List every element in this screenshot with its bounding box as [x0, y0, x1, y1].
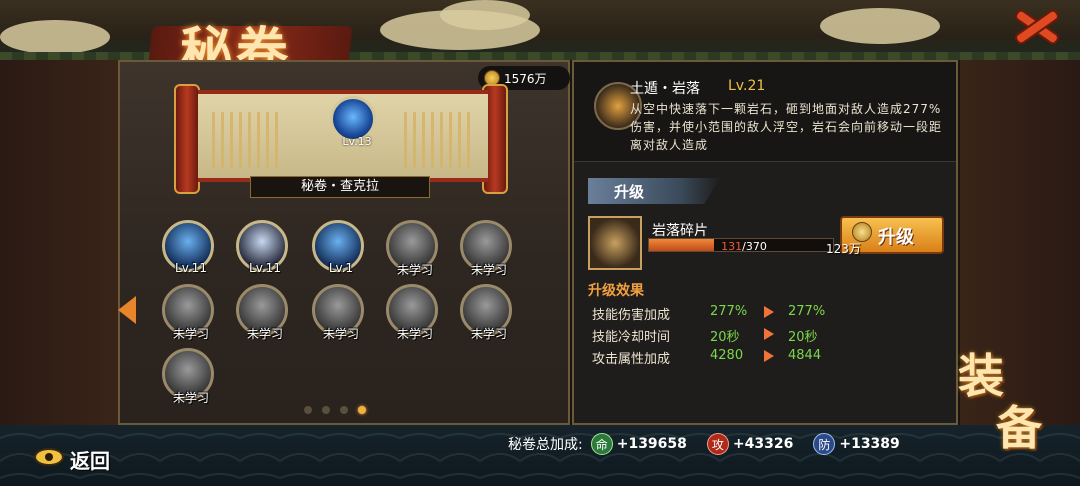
upgrade-section-title: 升级: [614, 183, 645, 201]
effect-label: 技能冷却时间: [592, 330, 671, 345]
material-current: 131: [721, 240, 743, 253]
page-dot[interactable]: [322, 406, 330, 414]
scroll-rod-left: [174, 84, 200, 194]
effect-row: 技能冷却时间 20秒 20秒: [592, 326, 892, 348]
defense-badge-icon: 防: [813, 433, 836, 455]
skill-caption: 未学习: [470, 327, 507, 341]
page-dot-active[interactable]: [358, 406, 366, 414]
back-button[interactable]: 返回: [34, 440, 134, 474]
material-required: /370: [742, 240, 767, 253]
effect-current: 4280: [710, 348, 744, 363]
equip-button[interactable]: 装 备: [958, 340, 1068, 460]
cloud-decoration: [820, 8, 940, 44]
effect-row: 技能伤害加成 277% 277%: [592, 304, 892, 326]
material-count: 131/370: [694, 240, 794, 253]
total-bonus: 秘卷总加成: 命 +139658 攻 +43326 防 +13389: [508, 432, 920, 456]
effect-current: 277%: [710, 304, 748, 319]
effect-next: 4844: [788, 348, 822, 363]
prev-page-arrow[interactable]: [118, 296, 136, 324]
effect-next: 277%: [788, 304, 826, 319]
effect-label: 攻击属性加成: [592, 352, 671, 367]
skill-slot[interactable]: 未学习: [460, 220, 512, 277]
skill-description: 从空中快速落下一颗岩石，砸到地面对敌人造成277%伤害，并使小范围的敌人浮空，岩…: [630, 102, 943, 152]
skill-slot[interactable]: 未学习: [162, 348, 214, 405]
defense-bonus-value: +13389: [839, 436, 900, 452]
skill-caption: Lv.1: [328, 261, 354, 275]
attack-badge-icon: 攻: [706, 433, 729, 455]
page-dot[interactable]: [304, 406, 312, 414]
scroll-main-skill-icon[interactable]: Lv.13: [330, 96, 376, 148]
equip-label-bottom: 备: [996, 401, 1042, 455]
arrow-right-icon: [764, 350, 774, 362]
skill-slot[interactable]: Lv.11: [236, 220, 288, 275]
back-button-label: 返回: [70, 449, 110, 473]
skill-slot[interactable]: 未学习: [386, 284, 438, 341]
skill-caption: 未学习: [322, 327, 359, 341]
skill-detail-panel: 土遁・岩落 Lv.21 从空中快速落下一颗岩石，砸到地面对敌人造成277%伤害，…: [572, 60, 958, 425]
cloud-decoration: [440, 0, 530, 30]
left-backdrop: [0, 60, 118, 425]
coin-icon: [852, 222, 872, 242]
skill-name: 土遁・岩落: [630, 81, 700, 97]
life-badge-icon: 命: [590, 433, 613, 455]
cloud-decoration: [0, 20, 110, 54]
skill-slot[interactable]: 未学习: [460, 284, 512, 341]
upgrade-cost: 123万: [826, 242, 861, 256]
skill-caption: 未学习: [396, 327, 433, 341]
scroll-script-left: [212, 112, 282, 168]
scroll-display: Lv.13 秘卷・查克拉: [138, 78, 538, 202]
skill-caption: 未学习: [396, 263, 433, 277]
close-button[interactable]: [1010, 4, 1062, 48]
scroll-script-right: [404, 112, 474, 168]
skill-slot[interactable]: 未学习: [236, 284, 288, 341]
skill-slot[interactable]: Lv.1: [312, 220, 364, 275]
skill-caption: 未学习: [172, 391, 209, 405]
skill-info: 土遁・岩落 Lv.21 从空中快速落下一颗岩石，砸到地面对敌人造成277%伤害，…: [574, 62, 956, 162]
skill-caption: 未学习: [172, 327, 209, 341]
skill-slot[interactable]: Lv.11: [162, 220, 214, 275]
effect-next: 20秒: [788, 330, 818, 345]
bonus-label: 秘卷总加成:: [508, 437, 583, 453]
skill-caption: Lv.11: [249, 261, 281, 275]
effects-title: 升级效果: [588, 283, 644, 299]
arrow-right-icon: [764, 328, 774, 340]
effect-row: 攻击属性加成 4280 4844: [592, 348, 892, 370]
upgrade-button-label: 升级: [878, 227, 914, 248]
scroll-name: 秘卷・查克拉: [250, 176, 430, 198]
upgrade-section-header: 升级: [588, 178, 720, 204]
attack-bonus-value: +43326: [732, 436, 794, 452]
skill-slot[interactable]: 未学习: [312, 284, 364, 341]
page-dot[interactable]: [340, 406, 348, 414]
back-eye-icon: [34, 448, 64, 466]
skill-grid: Lv.11 Lv.11 Lv.1 未学习 未学习 未学习 未学习 未学习 未学习…: [162, 220, 522, 410]
arrow-right-icon: [764, 306, 774, 318]
effect-label: 技能伤害加成: [592, 308, 671, 323]
scroll-level: Lv.13: [342, 135, 372, 148]
effect-current: 20秒: [710, 330, 740, 345]
skill-caption: 未学习: [470, 263, 507, 277]
skill-level: Lv.21: [728, 78, 766, 94]
life-bonus-value: +139658: [616, 436, 687, 452]
skill-caption: 未学习: [246, 327, 283, 341]
material-name: 岩落碎片: [652, 223, 708, 239]
skill-slot[interactable]: 未学习: [162, 284, 214, 341]
page-indicator: [304, 406, 366, 414]
rock-fragment-icon[interactable]: [588, 216, 642, 270]
skill-slot[interactable]: 未学习: [386, 220, 438, 277]
skill-caption: Lv.11: [175, 261, 207, 275]
